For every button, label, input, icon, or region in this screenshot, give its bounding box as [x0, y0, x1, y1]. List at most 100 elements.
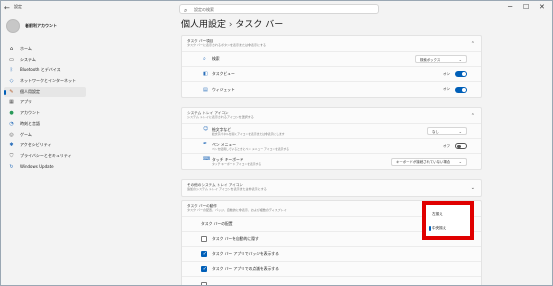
selection-indicator — [429, 226, 431, 231]
dropdown-value: なし — [432, 129, 439, 134]
section-subtitle: 追加のシステム トレイ アイコンを表示または非表示にする — [187, 187, 267, 191]
section-subtitle: タスク バーに表示されるボタンを表示または非表示にする — [187, 43, 266, 47]
monitor-icon: ▭ — [9, 56, 14, 63]
auto-hide-checkbox[interactable] — [201, 236, 207, 242]
back-arrow-icon[interactable]: ← — [4, 4, 10, 12]
section-subtitle: タスク バーの配置、バッジ、自動的に非表示、および複数のディスプレイ — [187, 208, 287, 212]
home-icon: ⌂ — [9, 46, 14, 52]
search-row: ⌕ 検索 検索ボックス ⌄ — [182, 52, 481, 67]
sidebar-item-time-language[interactable]: ◔ 時刻と言語 — [4, 119, 86, 129]
search-input[interactable]: ⌕ 設定の検索 — [179, 4, 379, 14]
sidebar-item-label: アカウント — [20, 110, 40, 116]
pen-icon: ✒ — [203, 141, 208, 147]
update-icon: ↻ — [9, 163, 14, 170]
task-view-icon: ◧ — [203, 71, 208, 77]
taskbar-items-section: タスク バー項目 タスク バーに表示されるボタンを表示または非表示にする ⌃ ⌕… — [181, 35, 482, 98]
sidebar-item-label: ホーム — [20, 46, 32, 51]
pen-menu-toggle[interactable] — [455, 143, 467, 149]
sidebar-item-label: 時刻と言語 — [20, 120, 40, 126]
widgets-icon: ▤ — [203, 86, 208, 93]
dropdown-value: 検索ボックス — [420, 57, 441, 62]
pen-menu-toggle-group: オフ — [443, 143, 467, 149]
pen-menu-desc: ペンを使用しているときにペン メニュー アイコンを表示する — [212, 147, 290, 151]
search-mode-dropdown[interactable]: 検索ボックス ⌄ — [415, 55, 467, 63]
brush-icon: ✎ — [9, 88, 14, 95]
settings-window: ← 設定 ⌕ 設定の検索 ─ ☐ ✕ 者前利アカウント ⌂ ホーム ▭ システム ᛒ… — [0, 0, 553, 286]
toggle-state: オフ — [443, 143, 450, 148]
search-icon: ⌕ — [184, 7, 188, 14]
section-subtitle: システム トレイに表示されるアイコンを選択する — [187, 115, 254, 119]
task-view-toggle[interactable] — [455, 71, 467, 77]
chevron-down-icon: ⌄ — [458, 159, 462, 164]
alignment-option-center[interactable]: 中央揃え — [432, 226, 446, 231]
other-tray-header[interactable]: その他のシステム トレイ アイコン 追加のシステム トレイ アイコンを表示または… — [182, 180, 481, 196]
alignment-label: タスク バーの配置 — [201, 221, 233, 226]
breadcrumb-parent[interactable]: 個人用設定 — [181, 20, 226, 30]
emoji-icon: ☺ — [203, 126, 209, 132]
sidebar-item-label: ゲーム — [20, 131, 32, 137]
other-tray-section: その他のシステム トレイ アイコン 追加のシステム トレイ アイコンを表示または… — [181, 179, 482, 197]
flashing-label: タスク バー アプリでの点滅を表示する — [212, 266, 279, 271]
sidebar-item-label: Windows Update — [20, 164, 54, 170]
profile-name: 者前利アカウント — [25, 23, 57, 28]
sidebar-item-system[interactable]: ▭ システム — [4, 55, 86, 65]
sidebar-item-home[interactable]: ⌂ ホーム — [4, 44, 86, 54]
flashing-row[interactable]: タスク バー アプリでの点滅を表示する — [182, 262, 481, 277]
emoji-desc: 絵文字パネルを開くアイコンを表示または非表示にします — [212, 132, 285, 136]
bluetooth-icon: ᛒ — [9, 67, 13, 74]
auto-hide-label: タスク バーを自動的に隠す — [212, 236, 259, 241]
close-button[interactable]: ✕ — [539, 3, 545, 11]
sidebar-nav: ⌂ ホーム ▭ システム ᛒ Bluetooth とデバイス ◇ ネットワークとインター… — [4, 44, 86, 172]
toggle-state: オン — [443, 87, 450, 91]
sidebar-item-bluetooth[interactable]: ᛒ Bluetooth とデバイス — [4, 65, 86, 75]
chevron-down-icon: ⌄ — [458, 56, 462, 62]
chevron-up-icon: ⌃ — [470, 113, 475, 119]
touch-keyboard-dropdown[interactable]: キーボードが接続されていない場合 ⌄ — [391, 157, 467, 166]
task-view-toggle-group: オン — [443, 71, 467, 77]
minimize-button[interactable]: ─ — [508, 3, 512, 11]
shield-icon: ⛉ — [9, 152, 14, 159]
sidebar-item-accounts[interactable]: ● アカウント — [4, 108, 86, 118]
chevron-down-icon: ⌄ — [470, 185, 475, 191]
badges-checkbox[interactable] — [201, 251, 207, 257]
breadcrumb-separator-icon: › — [228, 20, 233, 30]
pen-menu-row: ✒ ペン メニュー ペンを使用しているときにペン メニュー アイコンを表示する … — [182, 139, 481, 154]
sidebar-item-gaming[interactable]: ◎ ゲーム — [4, 130, 86, 140]
avatar — [6, 19, 20, 33]
sidebar-item-windows-update[interactable]: ↻ Windows Update — [4, 162, 86, 172]
emoji-dropdown[interactable]: なし ⌄ — [427, 127, 467, 135]
search-icon: ⌕ — [203, 56, 206, 62]
sidebar-item-label: プライバシーとセキュリティ — [20, 152, 72, 158]
search-placeholder: 設定の検索 — [194, 7, 214, 12]
title-bar: ← 設定 ⌕ 設定の検索 ─ ☐ ✕ — [1, 1, 552, 15]
chevron-down-icon: ⌄ — [458, 128, 462, 134]
sidebar-item-privacy[interactable]: ⛉ プライバシーとセキュリティ — [4, 151, 86, 161]
system-tray-header[interactable]: システム トレイ アイコン システム トレイに表示されるアイコンを選択する ⌃ — [182, 108, 481, 124]
badges-row[interactable]: タスク バー アプリでバッジを表示する — [182, 247, 481, 262]
next-option-row[interactable] — [182, 277, 481, 285]
alignment-option-left[interactable]: 左揃え — [432, 212, 443, 217]
gamepad-icon: ◎ — [9, 131, 14, 138]
user-profile[interactable]: 者前利アカウント — [6, 19, 57, 33]
app-title: 設定 — [14, 4, 22, 9]
next-option-checkbox[interactable] — [201, 281, 207, 285]
task-view-row: ◧ タスクビュー オン — [182, 67, 481, 82]
dropdown-value: キーボードが接続されていない場合 — [396, 160, 451, 164]
sidebar-item-label: アプリ — [20, 99, 32, 105]
taskbar-items-header[interactable]: タスク バー項目 タスク バーに表示されるボタンを表示または非表示にする ⌃ — [182, 36, 481, 52]
breadcrumb: 個人用設定 › タスク バー — [181, 17, 283, 30]
maximize-button[interactable]: ☐ — [523, 3, 529, 11]
emoji-row: ☺ 絵文字など 絵文字パネルを開くアイコンを表示または非表示にします なし ⌄ — [182, 124, 481, 139]
apps-icon: ▦ — [9, 99, 14, 106]
sidebar-item-apps[interactable]: ▦ アプリ — [4, 97, 86, 107]
widgets-toggle[interactable] — [455, 86, 467, 93]
sidebar-item-accessibility[interactable]: ✱ アクセシビリティ — [4, 140, 86, 150]
chevron-up-icon: ⌃ — [470, 41, 475, 47]
touch-keyboard-row: ⌨ タッチ キーボード タッチ キーボード アイコンを表示する キーボードが接続… — [182, 154, 481, 169]
sidebar-item-label: Bluetooth とデバイス — [20, 67, 61, 73]
flashing-checkbox[interactable] — [201, 266, 207, 272]
sidebar-item-personalization[interactable]: ✎ 個人用設定 — [4, 86, 86, 97]
accessibility-icon: ✱ — [9, 142, 14, 149]
alignment-dropdown-popup: 左揃え 中央揃え — [422, 201, 474, 240]
sidebar-item-network[interactable]: ◇ ネットワークとインターネット — [4, 76, 86, 86]
